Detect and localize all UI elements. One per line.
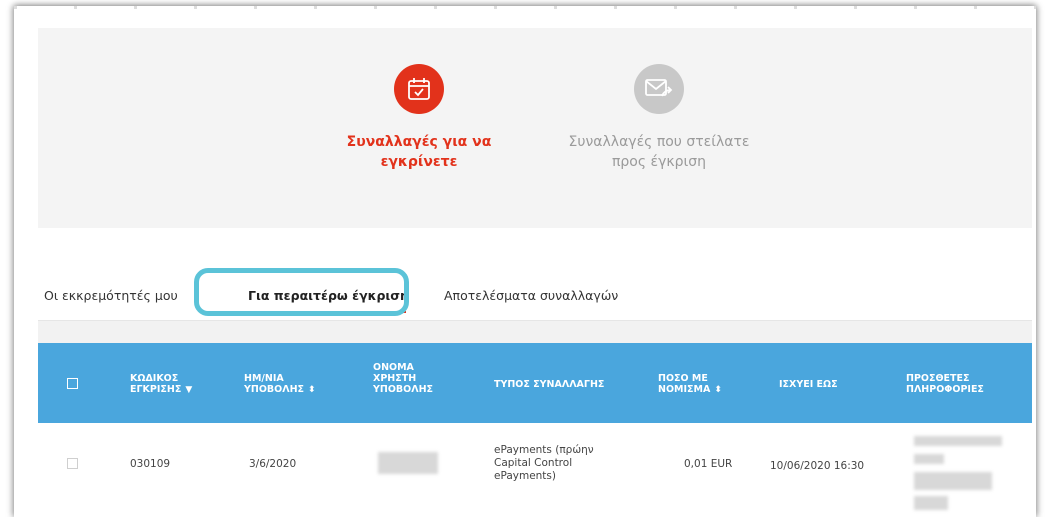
col-label-line: ΤΥΠΟΣ ΣΥΝΑΛΛΑΓΗΣ <box>494 379 605 390</box>
col-label-line: ΕΓΚΡΙΣΗΣ ▼ <box>130 384 192 396</box>
app-frame: Συναλλαγές για να εγκρίνετε Συναλλαγές π… <box>14 6 1036 517</box>
cell-transaction-type: ePayments (πρώην Capital Control ePaymen… <box>494 444 594 483</box>
hero-label-line2: προς έγκριση <box>611 154 707 170</box>
hero-item-to-approve[interactable]: Συναλλαγές για να εγκρίνετε <box>324 64 514 172</box>
cell-text-line: ePayments) <box>494 470 556 482</box>
col-submitter-name: ΟΝΟΜΑ ΧΡΗΣΤΗ ΥΠΟΒΟΛΗΣ <box>373 362 433 395</box>
top-strip <box>14 6 1036 9</box>
cell-text-line: ePayments (πρώην <box>494 444 594 456</box>
col-label-text: ΥΠΟΒΟΛΗΣ <box>244 384 305 395</box>
hero-item-sent-for-approval[interactable]: Συναλλαγές που στείλατε προς έγκριση <box>554 64 764 172</box>
col-label-line: ΙΣΧΥΕΙ ΕΩΣ <box>779 379 838 390</box>
tab-transaction-results[interactable]: Αποτελέσματα συναλλαγών <box>444 288 618 303</box>
sort-icon[interactable]: ⬍ <box>308 385 316 395</box>
col-submission-date[interactable]: ΗΜ/ΝΙΑ ΥΠΟΒΟΛΗΣ ⬍ <box>244 373 316 396</box>
col-label-line: ΟΝΟΜΑ <box>373 362 414 373</box>
hero-label: Συναλλαγές για να εγκρίνετε <box>324 132 514 172</box>
col-label-line: ΚΩΔΙΚΟΣ <box>130 373 179 384</box>
table-row[interactable]: 030109 3/6/2020 ePayments (πρώην Capital… <box>38 424 1032 517</box>
col-amount-currency[interactable]: ΠΟΣΟ ΜΕ ΝΟΜΙΣΜΑ ⬍ <box>658 373 722 396</box>
select-all-checkbox[interactable] <box>67 378 78 389</box>
col-label-text: ΕΓΚΡΙΣΗΣ <box>130 384 182 395</box>
table-spacer <box>38 321 1032 343</box>
cell-submission-date: 3/6/2020 <box>249 458 297 470</box>
col-transaction-type: ΤΥΠΟΣ ΣΥΝΑΛΛΑΓΗΣ <box>494 379 604 390</box>
col-label-line: ΠΟΣΟ ΜΕ <box>658 373 708 384</box>
col-label-line: ΝΟΜΙΣΜΑ ⬍ <box>658 384 722 396</box>
cell-text-line: Capital Control <box>494 457 573 469</box>
active-tab-underline <box>242 311 406 313</box>
col-label-line: ΠΡΟΣΘΕΤΕΣ <box>906 373 970 384</box>
table-header: ΚΩΔΙΚΟΣ ΕΓΚΡΙΣΗΣ ▼ ΗΜ/ΝΙΑ ΥΠΟΒΟΛΗΣ ⬍ ΟΝΟΜΑ… <box>38 343 1032 423</box>
row-checkbox[interactable] <box>67 458 78 469</box>
cell-valid-until: 10/06/2020 16:30 <box>770 460 865 472</box>
cell-amount: 0,01 EUR <box>684 458 733 470</box>
col-label-line: ΥΠΟΒΟΛΗΣ <box>373 384 434 395</box>
col-approval-code[interactable]: ΚΩΔΙΚΟΣ ΕΓΚΡΙΣΗΣ ▼ <box>130 373 192 396</box>
tab-further-approval[interactable]: Για περαιτέρω έγκριση <box>248 288 409 303</box>
col-label-line: ΗΜ/ΝΙΑ <box>244 373 284 384</box>
col-label-line: ΧΡΗΣΤΗ <box>373 373 417 384</box>
hero-label-line1: Συναλλαγές για να <box>346 134 492 150</box>
tab-bar: Οι εκκρεμότητές μου Για περαιτέρω έγκρισ… <box>38 274 1032 321</box>
hero-label-line1: Συναλλαγές που στείλατε <box>568 134 750 150</box>
redacted-submitter-name <box>378 452 438 474</box>
hero-panel: Συναλλαγές για να εγκρίνετε Συναλλαγές π… <box>38 28 1032 228</box>
tab-my-pending[interactable]: Οι εκκρεμότητές μου <box>44 288 178 303</box>
sort-desc-icon[interactable]: ▼ <box>185 385 192 395</box>
col-label-line: ΠΛΗΡΟΦΟΡΙΕΣ <box>906 384 984 395</box>
envelope-send-icon <box>634 64 684 114</box>
cell-approval-code: 030109 <box>130 458 171 470</box>
col-additional-info: ΠΡΟΣΘΕΤΕΣ ΠΛΗΡΟΦΟΡΙΕΣ <box>906 373 984 395</box>
hero-label: Συναλλαγές που στείλατε προς έγκριση <box>554 132 764 172</box>
sort-icon[interactable]: ⬍ <box>714 385 722 395</box>
hero-label-line2: εγκρίνετε <box>380 154 458 170</box>
col-valid-until: ΙΣΧΥΕΙ ΕΩΣ <box>779 379 838 390</box>
calendar-check-icon <box>394 64 444 114</box>
redacted-additional-info <box>914 432 1014 517</box>
col-label-text: ΝΟΜΙΣΜΑ <box>658 384 711 395</box>
col-label-line: ΥΠΟΒΟΛΗΣ ⬍ <box>244 384 316 396</box>
